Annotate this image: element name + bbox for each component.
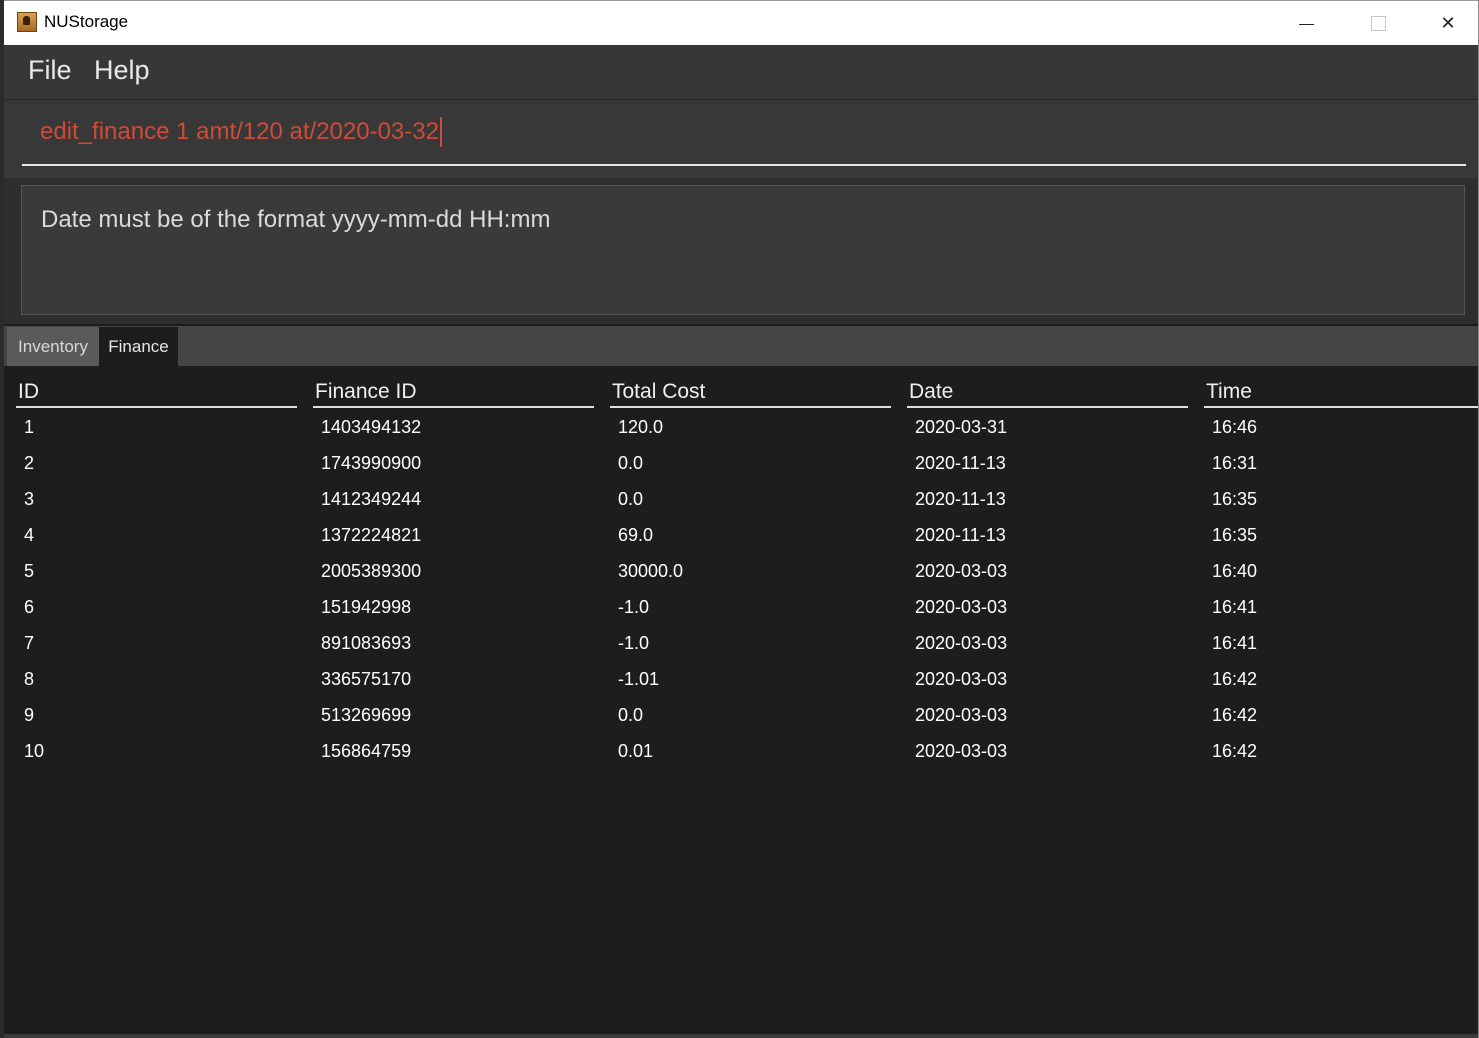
result-display[interactable]: Date must be of the format yyyy-mm-dd HH… — [21, 185, 1465, 315]
result-message: Date must be of the format yyyy-mm-dd HH… — [41, 206, 551, 233]
cell-finance-id: 1403494132 — [321, 417, 422, 437]
cell-time: 16:41 — [1212, 633, 1258, 653]
cell-date: 2020-11-13 — [915, 489, 1006, 509]
window-bottom-edge — [4, 1034, 1478, 1038]
cell-time: 16:35 — [1212, 525, 1258, 545]
title-bar[interactable]: NUStorage ✕ — [4, 0, 1478, 45]
cell-finance-id: 1743990900 — [321, 453, 422, 473]
cell-total-cost: -1.0 — [618, 633, 650, 653]
cell-id: 6 — [24, 597, 35, 617]
cell-time: 16:42 — [1212, 705, 1258, 725]
cell-total-cost: 120.0 — [618, 417, 664, 437]
cell-date: 2020-11-13 — [915, 525, 1006, 545]
cell-total-cost: 0.0 — [618, 453, 644, 473]
cell-total-cost: -1.01 — [618, 669, 660, 689]
header-total-cost[interactable]: Total Cost — [610, 380, 891, 408]
cell-finance-id: 513269699 — [321, 705, 412, 725]
table-row[interactable]: 3 1412349244 0.0 2020-11-13 16:35 — [4, 483, 1478, 519]
result-display-area: Date must be of the format yyyy-mm-dd HH… — [4, 178, 1478, 324]
menu-help[interactable]: Help — [94, 55, 150, 86]
cell-total-cost: 0.0 — [618, 489, 644, 509]
table-row[interactable]: 8 336575170 -1.01 2020-03-03 16:42 — [4, 663, 1478, 699]
cell-finance-id: 1412349244 — [321, 489, 422, 509]
cell-finance-id: 151942998 — [321, 597, 412, 617]
menu-file[interactable]: File — [28, 55, 72, 86]
close-icon: ✕ — [1440, 12, 1456, 34]
app-icon — [17, 12, 37, 32]
cell-finance-id: 156864759 — [321, 741, 412, 761]
text-caret — [439, 117, 442, 147]
cell-id: 3 — [24, 489, 35, 509]
cell-time: 16:41 — [1212, 597, 1258, 617]
cell-time: 16:35 — [1212, 489, 1258, 509]
finance-table[interactable]: ID Finance ID Total Cost Date Time 1 140349413… — [4, 366, 1478, 1038]
table-row[interactable]: 2 1743990900 0.0 2020-11-13 16:31 — [4, 447, 1478, 483]
cell-date: 2020-03-31 — [915, 417, 1008, 437]
minimize-button[interactable] — [1272, 1, 1340, 45]
cell-date: 2020-03-03 — [915, 669, 1008, 689]
cell-id: 4 — [24, 525, 35, 545]
cell-date: 2020-03-03 — [915, 561, 1008, 581]
table-row[interactable]: 7 891083693 -1.0 2020-03-03 16:41 — [4, 627, 1478, 663]
table-row[interactable]: 5 2005389300 30000.0 2020-03-03 16:40 — [4, 555, 1478, 591]
cell-id: 7 — [24, 633, 35, 653]
cell-total-cost: 69.0 — [618, 525, 654, 545]
command-input[interactable]: edit_finance 1 amt/120 at/2020-03-32 — [22, 100, 1466, 166]
table-row[interactable]: 10 156864759 0.01 2020-03-03 16:42 — [4, 735, 1478, 771]
cell-date: 2020-03-03 — [915, 633, 1008, 653]
cell-finance-id: 891083693 — [321, 633, 412, 653]
window-title: NUStorage — [44, 12, 129, 31]
cell-finance-id: 336575170 — [321, 669, 412, 689]
close-button[interactable]: ✕ — [1414, 1, 1478, 45]
header-date[interactable]: Date — [907, 380, 1188, 408]
cell-id: 2 — [24, 453, 35, 473]
cell-total-cost: -1.0 — [618, 597, 650, 617]
maximize-button[interactable] — [1344, 1, 1412, 45]
tab-inventory[interactable]: Inventory — [7, 327, 99, 366]
minimize-icon — [1298, 23, 1314, 25]
cell-id: 9 — [24, 705, 35, 725]
cell-id: 1 — [24, 417, 35, 437]
cell-date: 2020-03-03 — [915, 597, 1008, 617]
cell-total-cost: 30000.0 — [618, 561, 684, 581]
header-finance-id[interactable]: Finance ID — [313, 380, 594, 408]
cell-time: 16:46 — [1212, 417, 1258, 437]
cell-date: 2020-11-13 — [915, 453, 1006, 473]
cell-total-cost: 0.0 — [618, 705, 644, 725]
table-row[interactable]: 4 1372224821 69.0 2020-11-13 16:35 — [4, 519, 1478, 555]
cell-id: 5 — [24, 561, 35, 581]
cell-time: 16:40 — [1212, 561, 1258, 581]
table-row[interactable]: 6 151942998 -1.0 2020-03-03 16:41 — [4, 591, 1478, 627]
header-id[interactable]: ID — [16, 380, 297, 408]
cell-id: 8 — [24, 669, 35, 689]
cell-id: 10 — [24, 741, 45, 761]
cell-time: 16:42 — [1212, 669, 1258, 689]
command-box-area: edit_finance 1 amt/120 at/2020-03-32 — [4, 100, 1478, 178]
cell-date: 2020-03-03 — [915, 705, 1008, 725]
cell-total-cost: 0.01 — [618, 741, 654, 761]
cell-time: 16:42 — [1212, 741, 1258, 761]
cell-date: 2020-03-03 — [915, 741, 1008, 761]
cell-finance-id: 1372224821 — [321, 525, 422, 545]
header-time[interactable]: Time — [1204, 380, 1478, 408]
app-window: NUStorage ✕ File Help edit_finance 1 amt… — [0, 0, 1479, 1038]
cell-time: 16:31 — [1212, 453, 1258, 473]
cell-finance-id: 2005389300 — [321, 561, 422, 581]
tab-finance[interactable]: Finance — [99, 327, 178, 366]
tab-bar: Inventory Finance — [4, 326, 1478, 366]
table-row[interactable]: 9 513269699 0.0 2020-03-03 16:42 — [4, 699, 1478, 735]
table-row[interactable]: 1 1403494132 120.0 2020-03-31 16:46 — [4, 411, 1478, 447]
maximize-icon — [1370, 15, 1386, 31]
command-text: edit_finance 1 amt/120 at/2020-03-32 — [40, 118, 439, 145]
menu-bar: File Help — [4, 45, 1478, 100]
